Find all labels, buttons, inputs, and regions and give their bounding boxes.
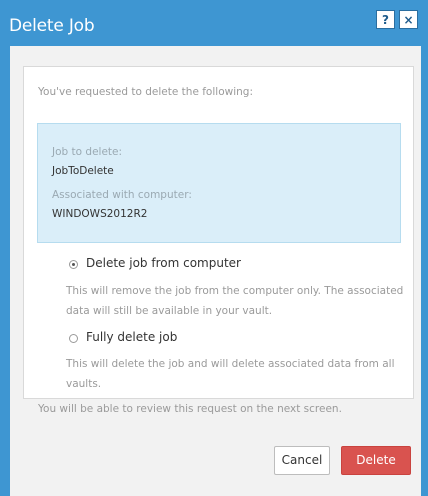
intro-text: You've requested to delete the following… [38,86,253,98]
delete-from-computer-radio[interactable] [69,260,78,269]
delete-job-dialog: Delete Job ? × You've requested to delet… [0,0,428,496]
fully-delete-description: This will delete the job and will delete… [66,358,395,390]
delete-from-computer-description: This will remove the job from the comput… [66,285,404,317]
job-to-delete-label: Job to delete: [52,146,123,158]
close-button[interactable]: × [399,10,418,29]
fully-delete-label[interactable]: Fully delete job [86,330,177,344]
job-to-delete-value: JobToDelete [52,165,114,177]
associated-computer-value: WINDOWS2012R2 [52,208,148,220]
review-footnote: You will be able to review this request … [38,403,342,415]
job-info-box: Job to delete: JobToDelete Associated wi… [37,123,401,243]
dialog-titlebar: Delete Job ? × [0,0,428,46]
fully-delete-radio[interactable] [69,334,78,343]
dialog-title: Delete Job [9,16,95,36]
delete-button[interactable]: Delete [341,446,411,475]
help-button[interactable]: ? [376,10,395,29]
delete-details-panel: You've requested to delete the following… [23,66,414,415]
cancel-button[interactable]: Cancel [274,446,330,475]
dialog-content: You've requested to delete the following… [10,46,421,496]
associated-computer-label: Associated with computer: [52,189,192,201]
delete-from-computer-label[interactable]: Delete job from computer [86,256,241,270]
